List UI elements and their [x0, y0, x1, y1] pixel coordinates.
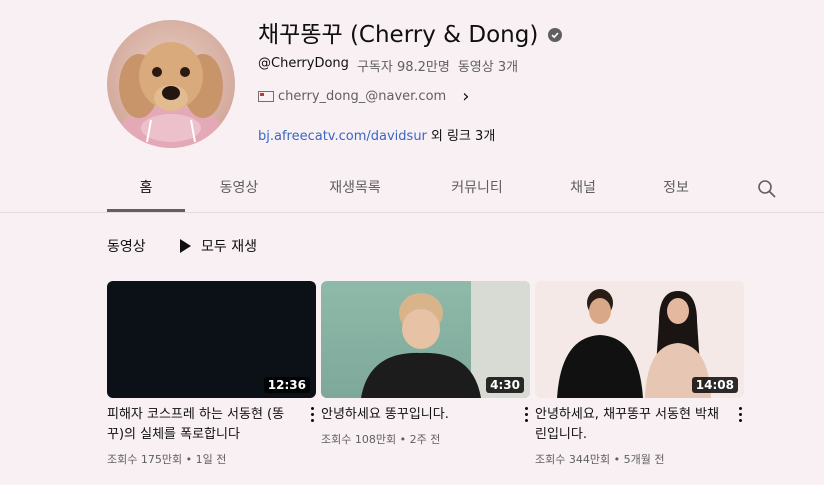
- section-title[interactable]: 동영상: [107, 236, 146, 256]
- video-age: 2주 전: [409, 433, 441, 446]
- video-title[interactable]: 안녕하세요 똥꾸입니다.: [321, 405, 512, 425]
- video-duration: 14:08: [691, 377, 738, 393]
- play-all-label: 모두 재생: [201, 239, 257, 255]
- video-thumbnail[interactable]: 14:08: [535, 281, 744, 398]
- channel-name: 채꾸똥꾸 (Cherry & Dong): [258, 20, 563, 50]
- video-meta: 조회수 175만회 • 1일 전: [107, 453, 227, 466]
- video-title[interactable]: 피해자 코스프레 하는 서동현 (똥꾸)의 실체를 폭로합니다: [107, 405, 298, 445]
- tab-about[interactable]: 정보: [652, 170, 700, 212]
- more-vert-icon[interactable]: [524, 407, 528, 423]
- channel-email: cherry_dong_@naver.com: [278, 89, 447, 104]
- play-icon: [180, 239, 191, 253]
- dog-avatar-image: [119, 42, 223, 148]
- email-icon: [258, 91, 274, 102]
- channel-meta: @CherryDong 구독자 98.2만명 동영상 3개: [258, 56, 518, 75]
- tab-playlists[interactable]: 재생목록: [315, 170, 395, 212]
- video-age: 1일 전: [195, 453, 227, 466]
- chevron-right-icon[interactable]: ›: [462, 88, 469, 106]
- video-thumbnail[interactable]: 4:30: [321, 281, 530, 398]
- video-views: 조회수 344만회: [535, 453, 611, 466]
- verified-check-icon: [548, 28, 563, 42]
- video-views: 조회수 108만회: [321, 433, 397, 446]
- video-thumbnail[interactable]: 12:36: [107, 281, 316, 398]
- video-meta: 조회수 108만회 • 2주 전: [321, 433, 441, 446]
- channel-handle: @CherryDong: [258, 56, 349, 71]
- video-count: 동영상 3개: [457, 60, 519, 75]
- more-links[interactable]: 외 링크 3개: [431, 129, 495, 144]
- more-vert-icon[interactable]: [310, 407, 314, 423]
- subscriber-count: 구독자 98.2만명: [356, 60, 450, 75]
- video-views: 조회수 175만회: [107, 453, 183, 466]
- tab-community[interactable]: 커뮤니티: [437, 170, 517, 212]
- tab-home[interactable]: 홈: [107, 170, 185, 212]
- video-duration: 12:36: [263, 377, 310, 393]
- video-card[interactable]: 4:30 안녕하세요 똥꾸입니다. 조회수 108만회 • 2주 전: [321, 281, 530, 447]
- video-title[interactable]: 안녕하세요, 채꾸똥꾸 서동현 박채린입니다.: [535, 405, 726, 445]
- video-meta: 조회수 344만회 • 5개월 전: [535, 453, 665, 466]
- channel-avatar: [107, 20, 235, 148]
- channel-tabs: 홈 동영상 재생목록 커뮤니티 채널 정보: [107, 170, 787, 212]
- channel-email-row[interactable]: cherry_dong_@naver.com ›: [258, 88, 469, 106]
- tab-videos[interactable]: 동영상: [207, 170, 271, 212]
- more-vert-icon[interactable]: [738, 407, 742, 423]
- play-all-button[interactable]: 모두 재생: [180, 236, 257, 256]
- video-duration: 4:30: [486, 377, 524, 393]
- video-card[interactable]: 14:08 안녕하세요, 채꾸똥꾸 서동현 박채린입니다. 조회수 344만회 …: [535, 281, 744, 467]
- video-age: 5개월 전: [623, 453, 665, 466]
- tabs-divider: [0, 212, 824, 213]
- channel-name-text: 채꾸똥꾸 (Cherry & Dong): [258, 22, 539, 48]
- channel-link[interactable]: bj.afreecatv.com/davidsur: [258, 129, 427, 144]
- video-card[interactable]: 12:36 피해자 코스프레 하는 서동현 (똥꾸)의 실체를 폭로합니다 조회…: [107, 281, 316, 467]
- channel-links[interactable]: bj.afreecatv.com/davidsur 외 링크 3개: [258, 125, 495, 144]
- search-icon[interactable]: [757, 179, 777, 199]
- tab-channels[interactable]: 채널: [559, 170, 607, 212]
